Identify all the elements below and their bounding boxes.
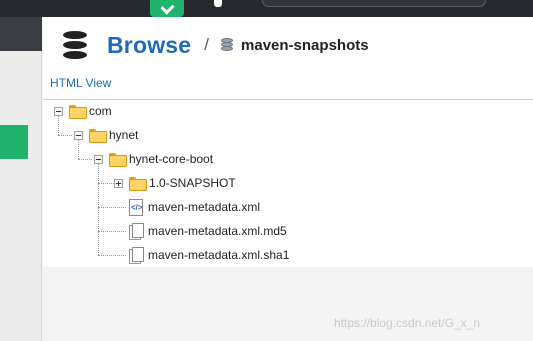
tree-node-metadata-sha1[interactable]: maven-metadata.xml.sha1 <box>129 245 289 265</box>
collapse-toggle-icon[interactable] <box>54 107 63 116</box>
left-navigation <box>0 17 42 341</box>
tree-node-label[interactable]: 1.0-SNAPSHOT <box>149 176 236 190</box>
database-icon <box>63 31 87 59</box>
collapse-toggle-icon[interactable] <box>74 131 83 140</box>
tree-node-hynet-core-boot[interactable]: hynet-core-boot <box>94 149 213 169</box>
tree-node-label[interactable]: maven-metadata.xml.sha1 <box>148 248 289 262</box>
breadcrumb-separator: / <box>204 35 210 54</box>
repository-name: maven-snapshots <box>241 36 369 54</box>
page-title[interactable]: Browse <box>107 32 191 59</box>
tree-node-label[interactable]: maven-metadata.xml <box>148 200 260 214</box>
tree-node-hynet[interactable]: hynet <box>74 125 138 145</box>
search-input[interactable] <box>262 0 486 7</box>
file-icon <box>129 223 144 240</box>
repository-icon <box>221 38 234 52</box>
tree-node-label[interactable]: hynet-core-boot <box>129 152 213 166</box>
bolt-icon[interactable] <box>214 0 222 7</box>
tree-node-snapshot[interactable]: 1.0-SNAPSHOT <box>114 173 236 193</box>
expand-toggle-icon[interactable] <box>114 179 123 188</box>
watermark: https://blog.csdn.net/G_x_n <box>334 316 481 330</box>
folder-open-icon <box>109 153 127 167</box>
repository-tree: com hynet hynet-core-boot 1.0-SNAPSHOT <… <box>43 100 533 267</box>
tree-node-label[interactable]: maven-metadata.xml.md5 <box>148 224 287 238</box>
xml-file-icon: </> <box>129 199 143 216</box>
nexus-logo-icon[interactable] <box>150 0 184 17</box>
top-bar <box>0 0 533 17</box>
tree-node-label[interactable]: com <box>89 104 112 118</box>
html-view-link[interactable]: HTML View <box>50 76 111 90</box>
tree-node-metadata-xml[interactable]: </> maven-metadata.xml <box>129 197 260 217</box>
tree-node-com[interactable]: com <box>54 101 112 121</box>
folder-open-icon <box>69 105 87 119</box>
sidebar-item-active[interactable] <box>0 125 28 159</box>
page-header: Browse / maven-snapshots <box>63 29 369 61</box>
tree-node-label[interactable]: hynet <box>109 128 138 142</box>
folder-open-icon <box>89 129 107 143</box>
collapse-toggle-icon[interactable] <box>94 155 103 164</box>
sidebar-item-top[interactable] <box>0 17 42 51</box>
file-icon <box>129 247 144 264</box>
browse-panel: Browse / maven-snapshots HTML View com h… <box>43 17 533 267</box>
folder-icon <box>129 177 147 191</box>
tree-node-metadata-md5[interactable]: maven-metadata.xml.md5 <box>129 221 287 241</box>
